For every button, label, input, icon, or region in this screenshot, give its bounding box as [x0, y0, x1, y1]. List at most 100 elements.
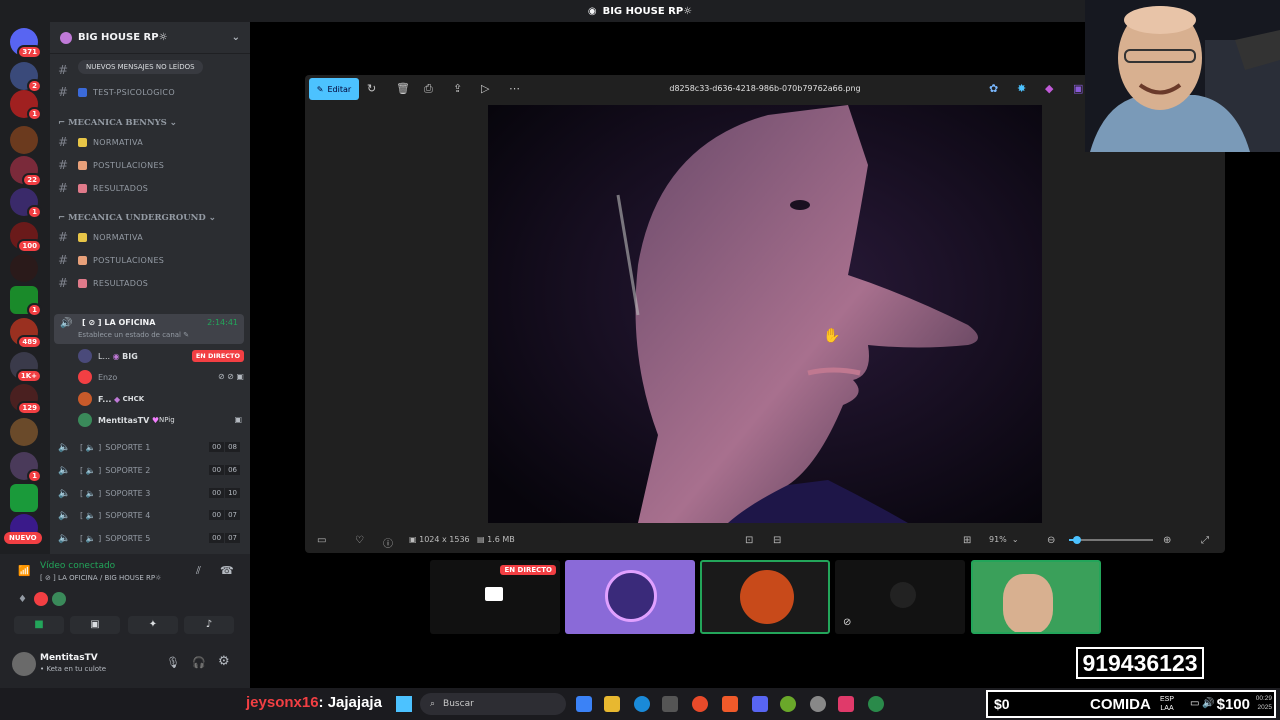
system-tray-lang[interactable]: ESP LAA — [1160, 695, 1174, 713]
participant-tile[interactable] — [565, 560, 695, 634]
designer-icon[interactable]: ✸ — [1017, 82, 1026, 95]
server-icon[interactable] — [10, 254, 38, 282]
avatar[interactable] — [12, 652, 36, 676]
category-header[interactable]: ⌐ MECANICA UNDERGROUND ⌄ — [58, 213, 216, 223]
app-icon[interactable] — [810, 696, 826, 712]
voice-channel-item[interactable]: 🔈[ 🔈 ] SOPORTE 2 00 06 — [58, 461, 244, 479]
rotate-icon[interactable]: ↻ — [367, 82, 376, 95]
channel-item[interactable]: # TEST-PSICOLOGICO — [58, 82, 244, 102]
clipchamp-icon[interactable]: ▣ — [1073, 82, 1083, 95]
clock[interactable]: 00:29 2025 — [1256, 694, 1272, 712]
server-icon[interactable]: 22 — [10, 156, 42, 187]
app-icon[interactable] — [868, 696, 884, 712]
filmstrip-icon[interactable]: ▭ — [317, 535, 326, 546]
store-icon[interactable] — [662, 696, 678, 712]
activities-button[interactable]: ✦ — [128, 616, 178, 634]
edge-icon[interactable] — [634, 696, 650, 712]
info-icon[interactable]: ⓘ — [383, 535, 393, 550]
edit-button[interactable]: ✎ Editar — [309, 78, 359, 100]
channel-item[interactable]: # POSTULACIONES — [58, 250, 244, 270]
settings-gear-icon[interactable]: ⚙ — [218, 654, 230, 669]
zoom-out-icon[interactable]: ⊖ — [1047, 535, 1055, 546]
voice-channel-item[interactable]: 🔈[ 🔈 ] SOPORTE 4 00 07 — [58, 506, 244, 524]
noise-suppression-icon[interactable]: ⫽ — [196, 564, 201, 578]
copilot-icon[interactable]: ✿ — [989, 82, 998, 95]
channel-item[interactable]: # POSTULACIONES — [58, 155, 244, 175]
visual-search-icon[interactable]: ⊡ — [745, 535, 753, 546]
disconnect-icon[interactable]: ☎ — [220, 564, 234, 577]
share-icon[interactable]: ⇪ — [453, 82, 462, 95]
category-header[interactable]: ⌐ MECANICA BENNYS ⌄ — [58, 118, 177, 128]
screen-share-button[interactable]: ▣ — [70, 616, 120, 634]
channel-item[interactable]: # NORMATIVA — [58, 132, 244, 152]
hash-icon: # — [58, 181, 69, 195]
print-icon[interactable]: ⎙ — [424, 82, 433, 96]
server-icon[interactable]: 2 — [10, 62, 42, 93]
displayed-image[interactable]: ✋ — [488, 105, 1042, 523]
voice-status[interactable]: Vídeo conectado — [40, 561, 115, 571]
microphone-icon[interactable]: 🎙 — [166, 656, 180, 669]
server-icon-big-house[interactable]: 1 — [10, 188, 42, 219]
channel-item[interactable]: # RESULTADOS — [58, 178, 244, 198]
muted-deafened-icons: ⊘ ⊘ ▣ — [217, 372, 244, 381]
app-icon[interactable] — [780, 696, 796, 712]
server-icon[interactable] — [10, 418, 38, 446]
server-icon[interactable]: 129 — [10, 384, 42, 415]
delete-icon[interactable]: 🗑 — [396, 82, 410, 95]
voice-channel-item[interactable]: 🔈[ 🔈 ] SOPORTE 3 00 10 — [58, 484, 244, 502]
server-icon[interactable]: 1K+ — [10, 352, 42, 383]
zoom-slider[interactable] — [1069, 536, 1153, 544]
brave-icon[interactable] — [722, 696, 738, 712]
camera-button[interactable]: ■ — [14, 616, 64, 634]
participant-tile[interactable] — [700, 560, 830, 634]
voice-user[interactable]: F... ◆ CHCK — [78, 390, 144, 408]
slideshow-icon[interactable]: ▷ — [481, 82, 489, 95]
chevron-down-icon[interactable]: ⌄ — [232, 32, 240, 43]
fullscreen-icon[interactable]: ⤢ — [1201, 535, 1209, 546]
voice-channel-item[interactable]: 🔈[ 🔈 ] SOPORTE 1 00 08 — [58, 438, 244, 456]
text-detect-icon[interactable]: ⊟ — [773, 535, 781, 546]
direct-messages-icon[interactable]: 371 — [10, 28, 42, 59]
voice-user[interactable]: Enzo — [78, 368, 117, 386]
server-icon[interactable]: 1 — [10, 90, 42, 121]
fit-to-window-icon[interactable]: ⊞ — [963, 535, 971, 546]
voice-channel-label: SOPORTE 4 — [105, 510, 151, 520]
server-icon[interactable]: 100 — [10, 222, 42, 253]
tray-icons[interactable]: ▭ 🔊 — [1190, 698, 1215, 709]
server-icon[interactable]: 489 — [10, 318, 42, 349]
status-hint-text: Establece un estado de canal — [78, 331, 182, 339]
server-icon[interactable] — [10, 126, 38, 154]
channel-label: NORMATIVA — [93, 232, 143, 242]
voice-channel-active[interactable]: 🔊 [ ⊘ ] LA OFICINA 2:14:41 Establece un … — [54, 314, 244, 344]
participant-tile[interactable] — [971, 560, 1101, 634]
voice-user[interactable]: MentitasTV ♥ NPig — [78, 411, 175, 429]
channel-item[interactable]: # — [58, 60, 244, 80]
windows-start-icon[interactable] — [396, 696, 412, 712]
voice-user[interactable]: L... ◉ BIG — [78, 347, 138, 365]
participant-tile[interactable]: ⊘ — [835, 560, 965, 634]
discord-taskbar-icon[interactable] — [752, 696, 768, 712]
server-icon[interactable]: 1 — [10, 286, 42, 317]
chrome-icon[interactable] — [692, 696, 708, 712]
taskbar-search[interactable]: ⌕ Buscar — [420, 693, 566, 715]
voice-location[interactable]: [ ⊘ ] LA OFICINA / BIG HOUSE RP☼ — [40, 574, 161, 582]
stream-tile[interactable]: EN DIRECTO — [430, 560, 560, 634]
voice-channel-label: SOPORTE 5 — [105, 533, 151, 543]
soundboard-button[interactable]: ♪ — [184, 616, 234, 634]
zoom-in-icon[interactable]: ⊕ — [1163, 535, 1171, 546]
server-icon[interactable] — [10, 484, 38, 512]
zoom-level-dropdown[interactable]: 91% ⌄ — [989, 535, 1019, 544]
effects-icon[interactable]: ◆ — [1045, 82, 1053, 95]
tiktok-icon[interactable] — [838, 696, 854, 712]
voice-channel-item[interactable]: 🔈[ 🔈 ] SOPORTE 5 00 07 — [58, 529, 244, 547]
more-icon[interactable]: ⋯ — [509, 82, 520, 95]
channel-item[interactable]: # NORMATIVA — [58, 227, 244, 247]
server-header[interactable]: BIG HOUSE RP☼ ⌄ — [50, 22, 250, 54]
favorite-heart-icon[interactable]: ♡ — [355, 535, 364, 546]
channel-status-hint[interactable]: Establece un estado de canal ✎ — [78, 331, 189, 339]
channel-item[interactable]: # RESULTADOS — [58, 273, 244, 293]
file-explorer-icon[interactable] — [604, 696, 620, 712]
copilot-taskbar-icon[interactable] — [576, 696, 592, 712]
server-icon[interactable]: 1 — [10, 452, 42, 483]
headphones-icon[interactable]: 🎧 — [192, 656, 206, 669]
